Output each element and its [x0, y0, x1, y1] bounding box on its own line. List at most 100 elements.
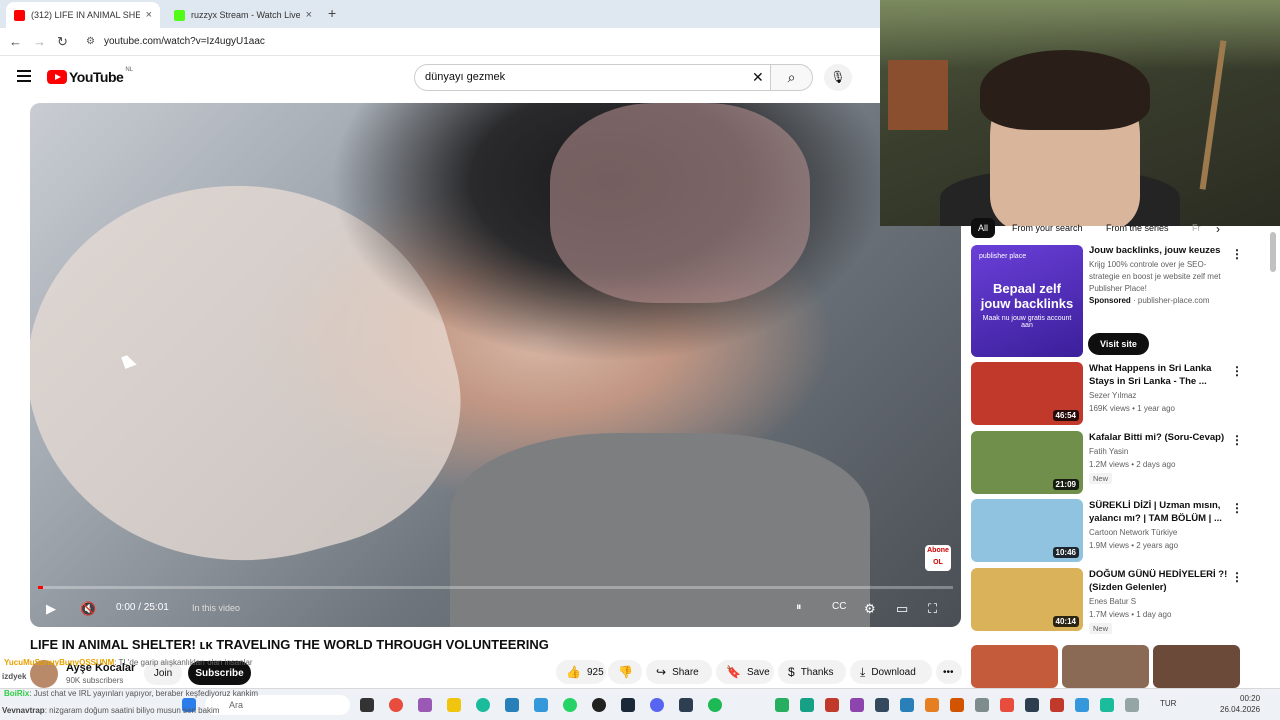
menu-icon[interactable] — [17, 70, 31, 85]
tray-app-icon[interactable] — [925, 698, 939, 712]
site-info-icon[interactable]: ⚙ — [86, 36, 95, 47]
more-vertical-icon[interactable]: ⋮ — [1231, 570, 1243, 584]
chevron-right-icon[interactable]: › — [1216, 222, 1220, 236]
progress-bar[interactable] — [38, 586, 953, 589]
captions-icon[interactable]: CC — [832, 601, 846, 612]
shorts-thumbnail[interactable] — [971, 645, 1058, 688]
visit-site-button[interactable]: Visit site — [1088, 333, 1149, 355]
video-card-title[interactable]: What Happens in Sri Lanka Stays in Sri L… — [1089, 362, 1229, 388]
tray-app-icon[interactable] — [1075, 698, 1089, 712]
video-thumbnail[interactable]: 46:54 — [971, 362, 1083, 425]
copilot-icon[interactable] — [418, 698, 432, 712]
browser-tab-kick[interactable]: ruzzyx Stream - Watch Live on × — [166, 2, 320, 28]
video-card-title[interactable]: DOĞUM GÜNÜ HEDİYELERİ ?! (Sizden Gelenle… — [1089, 568, 1229, 594]
tray-app-icon[interactable] — [800, 698, 814, 712]
taskbar-search[interactable]: Ara — [205, 695, 350, 715]
tray-app-icon[interactable] — [825, 698, 839, 712]
tray-app-icon[interactable] — [1050, 698, 1064, 712]
spotify-icon[interactable] — [708, 698, 722, 712]
sponsored-ad[interactable]: publisher place Bepaal zelf jouw backlin… — [971, 245, 1243, 357]
back-icon[interactable]: ← — [9, 34, 22, 49]
settings-gear-icon[interactable]: ⚙ — [864, 601, 876, 617]
sidebar-scrollbar[interactable] — [1270, 226, 1278, 656]
browser-tab-youtube[interactable]: (312) LIFE IN ANIMAL SHELTER × — [6, 2, 160, 28]
whatsapp-icon[interactable] — [563, 698, 577, 712]
autoplay-toggle-icon[interactable]: ⏸ — [796, 601, 802, 614]
url-field[interactable]: youtube.com/watch?v=Iz4ugyU1aac — [104, 36, 265, 47]
obs-icon[interactable] — [592, 698, 606, 712]
search-button[interactable]: ⌕ — [771, 64, 813, 91]
thanks-button[interactable]: $ Thanks — [778, 660, 846, 684]
chip-from-the-series[interactable]: From the series — [1099, 218, 1176, 238]
recommended-video[interactable]: 40:14 DOĞUM GÜNÜ HEDİYELERİ ?! (Sizden G… — [971, 568, 1243, 634]
tray-app-icon[interactable] — [850, 698, 864, 712]
recommended-video[interactable]: 10:46 SÜREKLİ DİZİ | Uzman mısın, yalanc… — [971, 499, 1243, 562]
tray-app-icon[interactable] — [1025, 698, 1039, 712]
video-card-channel[interactable]: Fatih Yasin — [1089, 447, 1128, 456]
more-actions-button[interactable]: ••• — [936, 660, 962, 684]
scrollbar-thumb[interactable] — [1270, 232, 1276, 272]
tray-app-icon[interactable] — [1100, 698, 1114, 712]
close-tab-icon[interactable]: × — [146, 9, 152, 21]
discord-icon[interactable] — [650, 698, 664, 712]
chip-from-your-search[interactable]: From your search — [1005, 218, 1090, 238]
chip-all[interactable]: All — [971, 218, 996, 238]
mute-icon[interactable]: 🔇 — [80, 601, 96, 617]
ad-thumbnail[interactable]: publisher place Bepaal zelf jouw backlin… — [971, 245, 1083, 357]
ad-title[interactable]: Jouw backlinks, jouw keuzes — [1089, 245, 1220, 256]
app-icon[interactable] — [679, 698, 693, 712]
video-card-title[interactable]: Kafalar Bitti mi? (Soru-Cevap) — [1089, 431, 1229, 444]
video-card-channel[interactable]: Enes Batur S — [1089, 597, 1136, 606]
file-explorer-icon[interactable] — [447, 698, 461, 712]
more-vertical-icon[interactable]: ⋮ — [1231, 501, 1243, 515]
edge-icon[interactable] — [476, 698, 490, 712]
forward-icon[interactable]: → — [33, 34, 46, 49]
tray-app-icon[interactable] — [950, 698, 964, 712]
steam-icon[interactable] — [621, 698, 635, 712]
video-card-channel[interactable]: Sezer Yılmaz — [1089, 391, 1136, 400]
chrome-icon[interactable] — [389, 698, 403, 712]
more-vertical-icon[interactable]: ⋮ — [1231, 247, 1243, 261]
close-tab-icon[interactable]: × — [306, 9, 312, 21]
video-card-channel[interactable]: Cartoon Network Türkiye — [1089, 528, 1177, 537]
video-card-title[interactable]: SÜREKLİ DİZİ | Uzman mısın, yalancı mı? … — [1089, 499, 1229, 525]
video-thumbnail[interactable]: 10:46 — [971, 499, 1083, 562]
recommended-video[interactable]: 21:09 Kafalar Bitti mi? (Soru-Cevap) Fat… — [971, 431, 1243, 494]
task-view-icon[interactable] — [360, 698, 374, 712]
tray-app-icon[interactable] — [775, 698, 789, 712]
new-tab-button[interactable]: + — [328, 5, 336, 21]
outlook-icon[interactable] — [534, 698, 548, 712]
store-icon[interactable] — [505, 698, 519, 712]
dislike-button[interactable]: 👎 — [608, 660, 642, 684]
theater-mode-icon[interactable]: ▭ — [896, 601, 908, 617]
keyboard-language[interactable]: TUR — [1160, 699, 1176, 708]
shorts-thumbnail[interactable] — [1153, 645, 1240, 688]
video-player[interactable]: Abone OL ▶ 🔇 0:00 / 25:01 In this video … — [30, 103, 961, 627]
in-this-video-button[interactable]: In this video — [192, 603, 240, 613]
play-icon[interactable]: ▶ — [46, 601, 56, 617]
clear-search-icon[interactable]: ✕ — [752, 69, 764, 86]
voice-search-button[interactable]: 🎙 — [824, 64, 852, 91]
youtube-logo[interactable]: YouTube NL — [47, 67, 133, 85]
taskbar-clock[interactable]: 00:20 26.04.2026 — [1220, 693, 1260, 715]
fullscreen-icon[interactable]: ⛶ — [928, 601, 937, 617]
subscribe-watermark[interactable]: Abone OL — [925, 545, 951, 571]
video-thumbnail[interactable]: 21:09 — [971, 431, 1083, 494]
tray-app-icon[interactable] — [1000, 698, 1014, 712]
shorts-thumbnail[interactable] — [1062, 645, 1149, 688]
tray-app-icon[interactable] — [975, 698, 989, 712]
download-button[interactable]: ⤓ Download — [850, 660, 932, 684]
like-button[interactable]: 👍 925 — [556, 660, 606, 684]
reload-icon[interactable]: ↻ — [57, 34, 68, 50]
video-thumbnail[interactable]: 40:14 — [971, 568, 1083, 631]
more-vertical-icon[interactable]: ⋮ — [1231, 433, 1243, 447]
tray-app-icon[interactable] — [875, 698, 889, 712]
chip-more[interactable]: Fr — [1185, 218, 1208, 238]
save-button[interactable]: 🔖 Save — [716, 660, 774, 684]
tray-app-icon[interactable] — [900, 698, 914, 712]
share-button[interactable]: ↪ Share — [646, 660, 712, 684]
search-input[interactable] — [425, 71, 725, 83]
tray-app-icon[interactable] — [1125, 698, 1139, 712]
search-box[interactable] — [414, 64, 771, 91]
recommended-video[interactable]: 46:54 What Happens in Sri Lanka Stays in… — [971, 362, 1243, 425]
